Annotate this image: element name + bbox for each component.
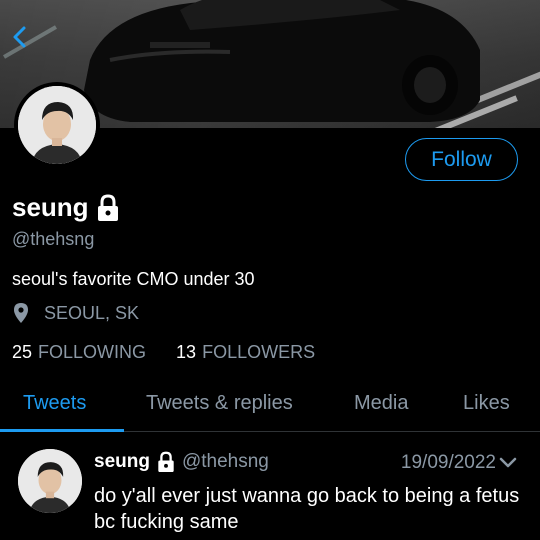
followers-count: 13 xyxy=(176,342,197,362)
tweet-text: do y'all ever just wanna go back to bein… xyxy=(94,485,520,533)
tab-likes[interactable]: Likes xyxy=(463,392,510,415)
followers-link[interactable]: 13 FOLLOWERS xyxy=(176,342,315,363)
following-count: 25 xyxy=(12,342,33,362)
profile-stats: 25 FOLLOWING 13 FOLLOWERS xyxy=(12,342,345,363)
profile-handle: @thehsng xyxy=(12,229,95,249)
tweet-avatar[interactable] xyxy=(18,449,82,513)
back-arrow-icon xyxy=(13,26,26,48)
location-pin-icon xyxy=(14,303,28,323)
follow-button[interactable]: Follow xyxy=(405,138,518,181)
tweet-item[interactable]: seung @thehsng 19/09/2022 do y'all ever … xyxy=(0,433,540,540)
tab-tweets[interactable]: Tweets xyxy=(23,392,86,415)
followers-label: FOLLOWERS xyxy=(202,342,316,362)
following-link[interactable]: 25 FOLLOWING xyxy=(12,342,146,363)
profile-tabs: Tweets Tweets & replies Media Likes xyxy=(0,384,540,432)
display-name: seung xyxy=(12,192,89,222)
chevron-down-icon[interactable] xyxy=(498,455,518,471)
avatar xyxy=(18,86,96,164)
tweet-date[interactable]: 19/09/2022 xyxy=(401,452,496,474)
lock-icon xyxy=(97,193,118,221)
location-text: SEOUL, SK xyxy=(44,302,140,323)
profile-avatar[interactable] xyxy=(14,82,100,168)
tweet-header: seung @thehsng xyxy=(94,451,269,473)
profile-name-row: seung xyxy=(12,192,121,223)
back-button[interactable] xyxy=(4,20,38,54)
tweet-author-name[interactable]: seung xyxy=(94,451,150,473)
active-tab-indicator xyxy=(0,429,124,432)
profile-location: SEOUL, SK xyxy=(12,302,139,324)
tab-media[interactable]: Media xyxy=(354,392,408,415)
tab-tweets-and-replies[interactable]: Tweets & replies xyxy=(146,392,293,415)
car-image xyxy=(84,0,480,122)
profile-bio: seoul's favorite CMO under 30 xyxy=(12,269,255,289)
avatar-photo xyxy=(18,86,96,164)
avatar-photo xyxy=(18,449,82,513)
lock-icon xyxy=(158,451,174,472)
tweet-author-handle[interactable]: @thehsng xyxy=(182,451,269,473)
following-label: FOLLOWING xyxy=(38,342,147,362)
